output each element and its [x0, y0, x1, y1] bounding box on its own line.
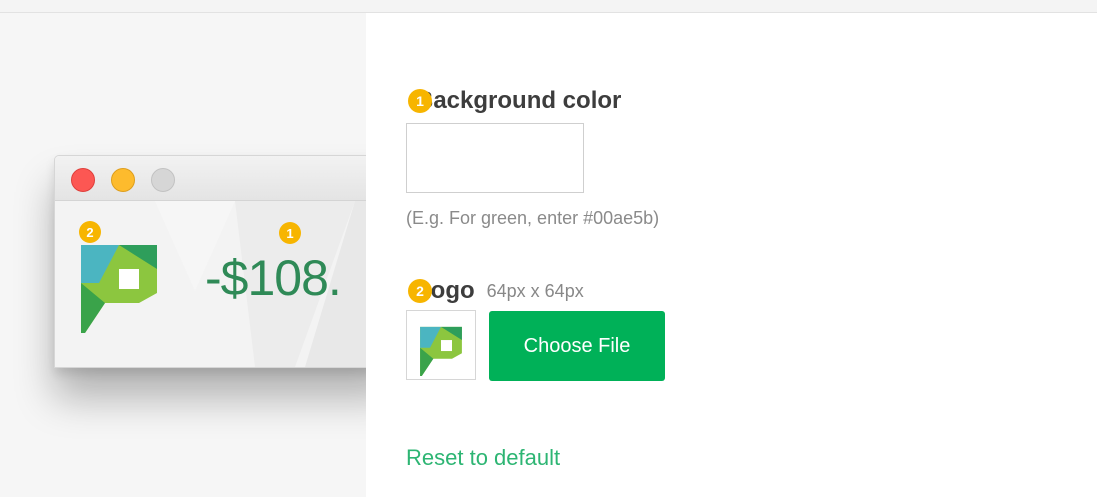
background-step-badge: 1 [408, 89, 432, 113]
close-dot-icon [71, 168, 95, 192]
window-titlebar [55, 156, 366, 201]
preview-area: 2 1 -$108. [0, 13, 366, 497]
background-color-hint: (E.g. For green, enter #00ae5b) [406, 208, 660, 228]
amount-step-badge: 1 [279, 222, 301, 244]
choose-file-button[interactable]: Choose File [489, 311, 665, 381]
background-color-title: Background color [416, 87, 622, 114]
preview-amount: -$108. [205, 250, 342, 306]
pocketguard-logo-icon [420, 326, 462, 376]
zoom-dot-icon [151, 168, 175, 192]
background-color-label: 1 Background color [408, 87, 621, 115]
logo-step-badge: 2 [79, 221, 101, 243]
logo-label-step-badge: 2 [408, 279, 432, 303]
background-color-input[interactable] [406, 123, 584, 193]
window-body: 2 1 -$108. [55, 201, 366, 367]
logo-size-hint: 64px x 64px [486, 280, 584, 301]
logo-label: 2 Logo 64px x 64px [408, 277, 584, 305]
minimize-dot-icon [111, 168, 135, 192]
preview-window: 2 1 -$108. [54, 155, 366, 368]
settings-panel: 1 Background color (E.g. For green, ente… [366, 13, 1097, 497]
reset-to-default-link[interactable]: Reset to default [406, 445, 560, 471]
logo-thumbnail [406, 310, 476, 380]
